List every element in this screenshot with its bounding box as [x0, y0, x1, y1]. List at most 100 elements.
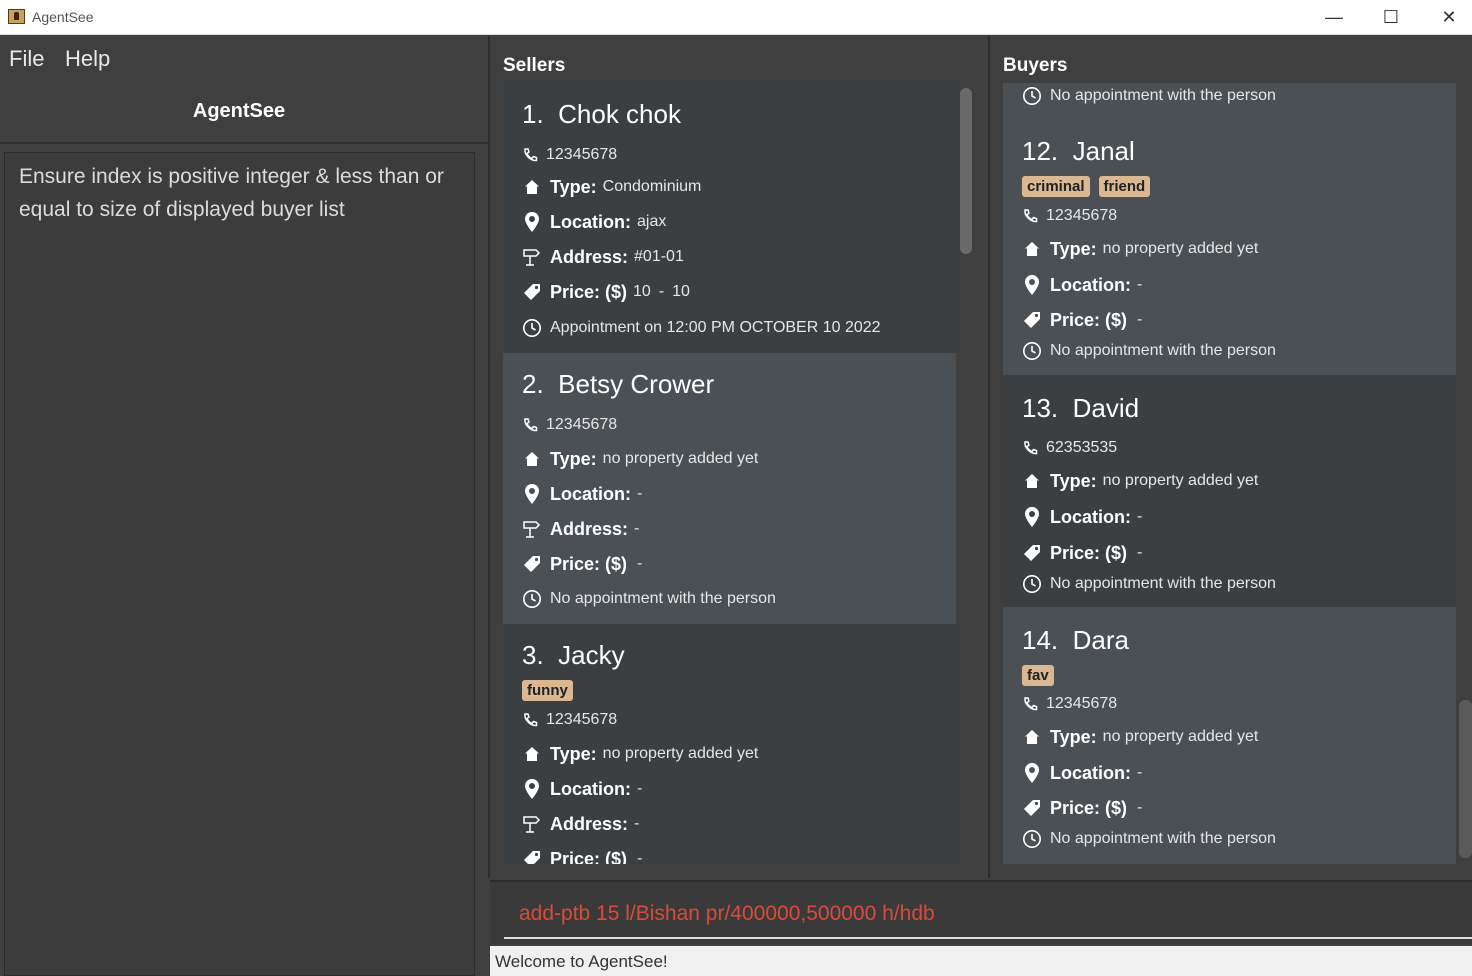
menu-file[interactable]: File [9, 46, 44, 72]
seller-card[interactable]: 3. Jacky funny 12345678 Type: no propert… [503, 624, 956, 864]
price-label: Price: ($) [1050, 542, 1128, 563]
price-high: 10 [672, 283, 690, 300]
price-row: Price: ($) - [522, 847, 642, 864]
type-row: Type: no property added yet [1022, 237, 1258, 261]
appointment-value: Appointment on 12:00 PM OCTOBER 10 2022 [550, 319, 881, 336]
menu-help[interactable]: Help [65, 46, 110, 72]
status-message: Welcome to AgentSee! [495, 952, 668, 971]
location-label: Location: [1050, 506, 1131, 527]
buyer-card[interactable]: 13. David 62353535 Type: no property add… [1003, 375, 1456, 607]
clock-icon [522, 318, 542, 338]
buyers-list[interactable]: No appointment with the person 12. Janal… [1003, 83, 1456, 864]
phone-value: 62353535 [1046, 439, 1118, 456]
sellers-title: Sellers [503, 55, 566, 76]
price-label: Price: ($) [1050, 309, 1128, 330]
phone-icon [522, 710, 538, 730]
price-label: Price: ($) [550, 281, 628, 302]
price-value: - [1137, 311, 1143, 328]
appointment-row: No appointment with the person [1022, 572, 1276, 596]
price-tag-icon [1022, 798, 1042, 818]
appointment-value: No appointment with the person [1050, 830, 1276, 847]
status-bar: Welcome to AgentSee! [490, 946, 1472, 976]
buyers-scrollbar[interactable] [1459, 700, 1472, 858]
seller-card[interactable]: 2. Betsy Crower 12345678 Type: no proper… [503, 353, 956, 624]
location-value: - [637, 485, 643, 502]
buyers-title: Buyers [1003, 55, 1068, 76]
appointment-row: No appointment with the person [1022, 339, 1276, 363]
person-name: 12. Janal [1022, 136, 1135, 166]
type-value: Condominium [602, 178, 702, 195]
tag-badge: funny [522, 680, 573, 701]
phone-icon [1022, 694, 1038, 714]
person-name: 14. Dara [1022, 625, 1129, 655]
location-value: ajax [637, 213, 667, 230]
address-row: Address: - [522, 517, 639, 541]
buyer-card[interactable]: 12. Janal criminal friend 12345678 Type:… [1003, 118, 1456, 375]
location-row: Location: ajax [522, 210, 666, 234]
location-value: - [1137, 508, 1143, 525]
phone-value: 12345678 [546, 146, 618, 163]
tag-list: fav [1022, 665, 1054, 686]
price-row: Price: ($) - [1022, 796, 1142, 820]
menu-bar: File Help [0, 36, 488, 80]
appointment-row: No appointment with the person [522, 587, 776, 611]
address-label: Address: [550, 518, 629, 539]
signpost-icon [522, 814, 542, 834]
app-name-heading: AgentSee [192, 100, 286, 122]
type-value: no property added yet [1102, 240, 1259, 257]
maximize-button[interactable]: ☐ [1362, 0, 1420, 34]
type-value: no property added yet [1102, 728, 1259, 745]
person-name: 2. Betsy Crower [522, 369, 715, 399]
clock-icon [1022, 574, 1042, 594]
clock-icon [1022, 86, 1042, 106]
home-icon [522, 449, 542, 469]
price-row: Price: ($) 10-10 [522, 280, 690, 304]
sellers-scrollbar[interactable] [960, 88, 972, 254]
command-input[interactable]: add-ptb 15 l/Bishan pr/400000,500000 h/h… [519, 902, 935, 926]
home-icon [522, 177, 542, 197]
price-label: Price: ($) [1050, 797, 1128, 818]
phone-row: 12345678 [522, 143, 617, 167]
phone-value: 12345678 [1046, 207, 1118, 224]
price-row: Price: ($) - [1022, 541, 1142, 565]
command-box[interactable]: add-ptb 15 l/Bishan pr/400000,500000 h/h… [490, 880, 1472, 944]
price-low: 10 [633, 283, 651, 300]
phone-icon [1022, 206, 1038, 226]
address-label: Address: [550, 246, 629, 267]
home-icon [1022, 727, 1042, 747]
location-label: Location: [1050, 762, 1131, 783]
price-tag-icon [522, 554, 542, 574]
home-icon [1022, 471, 1042, 491]
type-row: Type: no property added yet [1022, 469, 1258, 493]
location-row: Location: - [1022, 505, 1142, 529]
close-button[interactable]: ✕ [1420, 0, 1472, 34]
type-label: Type: [1050, 726, 1097, 747]
buyer-card[interactable]: No appointment with the person [1003, 83, 1456, 118]
phone-row: 12345678 [1022, 204, 1117, 228]
location-row: Location: - [1022, 761, 1142, 785]
location-value: - [1137, 764, 1143, 781]
type-row: Type: Condominium [522, 175, 701, 199]
sellers-list[interactable]: 1. Chok chok 12345678 Type: Condominium … [503, 83, 956, 864]
location-row: Location: - [522, 482, 642, 506]
appointment-value: No appointment with the person [550, 590, 776, 607]
result-display[interactable]: Ensure index is positive integer & less … [4, 152, 475, 976]
signpost-icon [522, 519, 542, 539]
address-value: #01-01 [634, 248, 684, 265]
address-row: Address: - [522, 812, 639, 836]
location-label: Location: [550, 211, 631, 232]
tag-badge: friend [1098, 176, 1151, 197]
type-label: Type: [550, 448, 597, 469]
type-label: Type: [1050, 470, 1097, 491]
type-label: Type: [550, 176, 597, 197]
type-row: Type: no property added yet [1022, 725, 1258, 749]
window-title: AgentSee [32, 9, 94, 25]
phone-row: 12345678 [522, 413, 617, 437]
command-underline [504, 937, 1472, 939]
minimize-button[interactable]: — [1305, 0, 1363, 34]
buyer-card[interactable]: 14. Dara fav 12345678 Type: no property … [1003, 607, 1456, 864]
seller-card[interactable]: 1. Chok chok 12345678 Type: Condominium … [503, 83, 956, 353]
type-label: Type: [550, 743, 597, 764]
divider [488, 36, 490, 878]
clock-icon [1022, 341, 1042, 361]
